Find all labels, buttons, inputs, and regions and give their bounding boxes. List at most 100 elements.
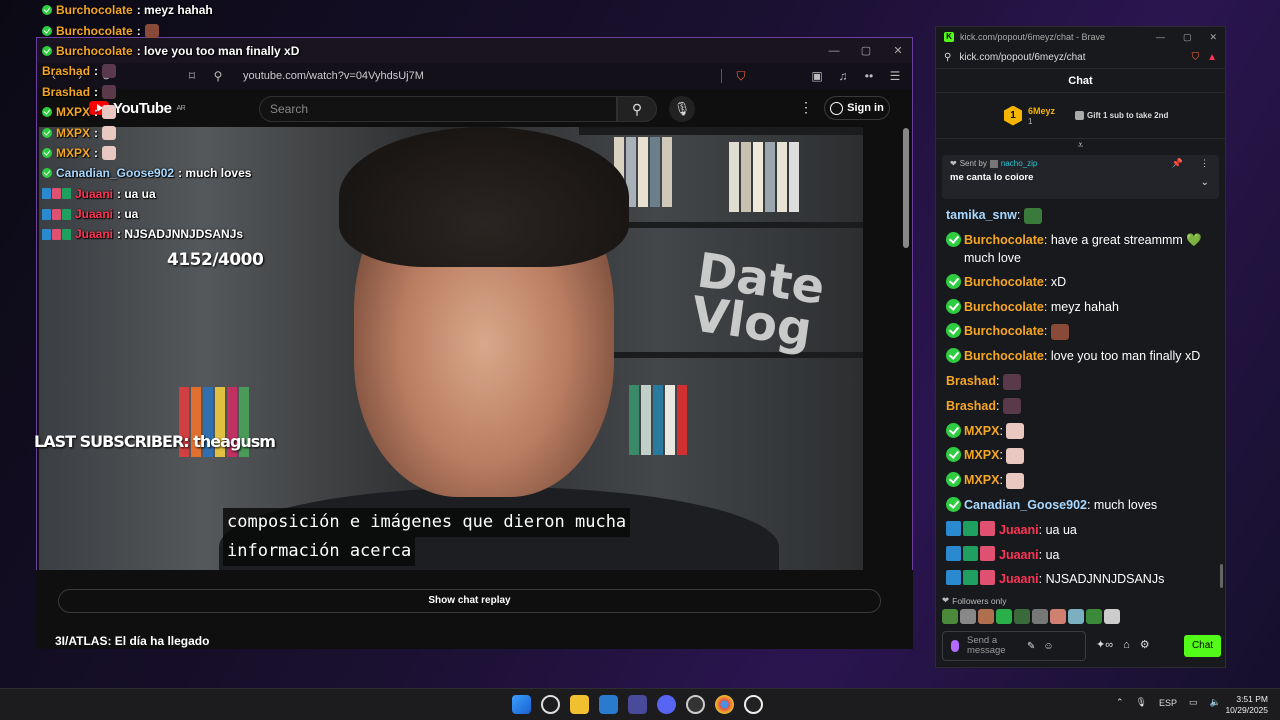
- show-chat-replay-button[interactable]: Show chat replay: [58, 589, 881, 613]
- chat-message[interactable]: Burchocolate:: [946, 319, 1215, 344]
- gear-icon[interactable]: ⚙: [1140, 638, 1150, 651]
- minimize-icon[interactable]: —: [1156, 32, 1165, 43]
- search-icon[interactable]: ⚲: [617, 96, 657, 122]
- chat-username[interactable]: Juaani: [999, 548, 1039, 562]
- chat-username[interactable]: Burchocolate: [964, 275, 1044, 289]
- scrollbar[interactable]: [903, 128, 909, 248]
- chat-message[interactable]: Burchocolate: have a great streammm 💚 muc…: [946, 228, 1215, 270]
- chat-username[interactable]: Burchocolate: [964, 349, 1044, 363]
- url-field[interactable]: youtube.com/watch?v=04VyhdsUj7M: [243, 70, 709, 82]
- minimize-icon[interactable]: —: [828, 45, 840, 57]
- more-options-icon[interactable]: ⋮: [799, 99, 813, 116]
- chevron-up-icon[interactable]: ⌃: [1116, 697, 1124, 708]
- discord-icon[interactable]: [657, 695, 676, 714]
- microphone-icon[interactable]: 🎙: [669, 96, 695, 122]
- translate-icon[interactable]: ✎: [1027, 641, 1035, 652]
- sidebar-icon[interactable]: ▣: [810, 69, 824, 83]
- chat-message[interactable]: Juaani: NJSADJNNJDSANJs: [946, 567, 1215, 592]
- site-settings-icon[interactable]: ⚲: [944, 52, 951, 63]
- chat-username[interactable]: MXPX: [964, 448, 999, 462]
- emote[interactable]: [960, 609, 976, 624]
- emote[interactable]: [978, 609, 994, 624]
- chat-message[interactable]: Burchocolate: meyz hahah: [946, 295, 1215, 320]
- maximize-icon[interactable]: ▢: [860, 44, 872, 57]
- chat-username[interactable]: Brashad: [946, 399, 996, 413]
- top-gifter-name[interactable]: 6Meyz: [1028, 106, 1055, 117]
- brave-shield-icon[interactable]: ⛉: [734, 69, 748, 84]
- menu-icon[interactable]: ☰: [888, 69, 902, 83]
- emote[interactable]: [942, 609, 958, 624]
- overlay-username: Juaani: [75, 207, 114, 222]
- brave-shield-icon[interactable]: ⛉: [1192, 52, 1200, 63]
- separator: :: [1038, 572, 1046, 587]
- person-hair: [339, 127, 629, 267]
- language-indicator[interactable]: ESP: [1159, 698, 1177, 708]
- app-icon[interactable]: [628, 695, 647, 714]
- store-icon[interactable]: ⌂: [1123, 639, 1130, 651]
- steam-icon[interactable]: [744, 695, 763, 714]
- extensions-icon[interactable]: ••: [862, 69, 876, 83]
- points-icon[interactable]: ✦∞: [1096, 638, 1113, 651]
- chat-message[interactable]: Juaani: ua ua: [946, 518, 1215, 543]
- chat-message[interactable]: Burchocolate: xD: [946, 270, 1215, 295]
- chat-message[interactable]: Brashad:: [946, 394, 1215, 419]
- pin-icon[interactable]: 📌: [1172, 158, 1183, 169]
- store-icon[interactable]: [599, 695, 618, 714]
- more-options-icon[interactable]: ⋮: [1200, 158, 1209, 169]
- collapse-icon[interactable]: ⩡: [936, 139, 1225, 153]
- message-input[interactable]: Send a message ✎ ☺: [942, 631, 1086, 661]
- chat-message[interactable]: MXPX:: [946, 443, 1215, 468]
- chat-username[interactable]: tamika_snw: [946, 208, 1017, 222]
- emote[interactable]: [1014, 609, 1030, 624]
- chat-username[interactable]: Juaani: [999, 572, 1039, 586]
- chat-username[interactable]: MXPX: [964, 424, 999, 438]
- emote[interactable]: [1104, 609, 1120, 624]
- chat-text: ua ua: [1045, 522, 1077, 537]
- brave-rewards-icon[interactable]: ▲: [1207, 52, 1217, 63]
- chat-message[interactable]: tamika_snw:: [946, 203, 1215, 228]
- chat-message[interactable]: MXPX:: [946, 419, 1215, 444]
- chat-message[interactable]: Juaani: ua: [946, 543, 1215, 568]
- microphone-icon[interactable]: 🎙: [1136, 697, 1147, 708]
- close-icon[interactable]: ✕: [892, 44, 904, 57]
- chevron-down-icon[interactable]: ⌄: [1201, 177, 1209, 188]
- emoji-icon[interactable]: ☺: [1043, 641, 1053, 652]
- search-icon[interactable]: [541, 695, 560, 714]
- chat-message[interactable]: MXPX:: [946, 468, 1215, 493]
- network-icon[interactable]: ▭: [1189, 697, 1198, 708]
- volume-icon[interactable]: 🔈: [1210, 697, 1221, 708]
- gift-sub-button[interactable]: Gift 1 sub to take 2nd: [1075, 111, 1168, 120]
- emote[interactable]: [1032, 609, 1048, 624]
- emote[interactable]: [1050, 609, 1066, 624]
- pinned-message[interactable]: ❤ Sent by nacho_zip me canta lo coiore 📌…: [942, 155, 1219, 199]
- chat-username[interactable]: Burchocolate: [964, 233, 1044, 247]
- close-icon[interactable]: ✕: [1209, 32, 1217, 43]
- chat-username[interactable]: Canadian_Goose902: [964, 498, 1087, 512]
- emote[interactable]: [1086, 609, 1102, 624]
- obs-icon[interactable]: [686, 695, 705, 714]
- chat-username[interactable]: MXPX: [964, 473, 999, 487]
- video-title[interactable]: 3I/ATLAS: El día ha llegado: [55, 634, 209, 648]
- chat-message[interactable]: Burchocolate: love you too man finally x…: [946, 344, 1215, 369]
- chat-message[interactable]: Brashad:: [946, 369, 1215, 394]
- pinned-user[interactable]: nacho_zip: [1001, 159, 1037, 168]
- scrollbar[interactable]: [1220, 564, 1223, 588]
- chrome-icon[interactable]: [715, 695, 734, 714]
- chat-username[interactable]: Brashad: [946, 374, 996, 388]
- emote[interactable]: [996, 609, 1012, 624]
- file-explorer-icon[interactable]: [570, 695, 589, 714]
- chat-username[interactable]: Burchocolate: [964, 300, 1044, 314]
- music-icon[interactable]: ♫: [836, 69, 850, 83]
- windows-start-icon[interactable]: [512, 695, 531, 714]
- chat-username[interactable]: Burchocolate: [964, 324, 1044, 338]
- chat-message[interactable]: Canadian_Goose902: much loves: [946, 493, 1215, 518]
- clock[interactable]: 3:51 PM 10/29/2025: [1222, 694, 1268, 716]
- send-chat-button[interactable]: Chat: [1184, 635, 1221, 657]
- search-input[interactable]: Search: [259, 96, 617, 122]
- chat-username[interactable]: Juaani: [999, 523, 1039, 537]
- maximize-icon[interactable]: ▢: [1183, 32, 1192, 43]
- sign-in-button[interactable]: Sign in: [824, 96, 890, 120]
- emote[interactable]: [1068, 609, 1084, 624]
- microphone-icon[interactable]: [951, 640, 959, 652]
- url-field[interactable]: kick.com/popout/6meyz/chat: [959, 52, 1183, 63]
